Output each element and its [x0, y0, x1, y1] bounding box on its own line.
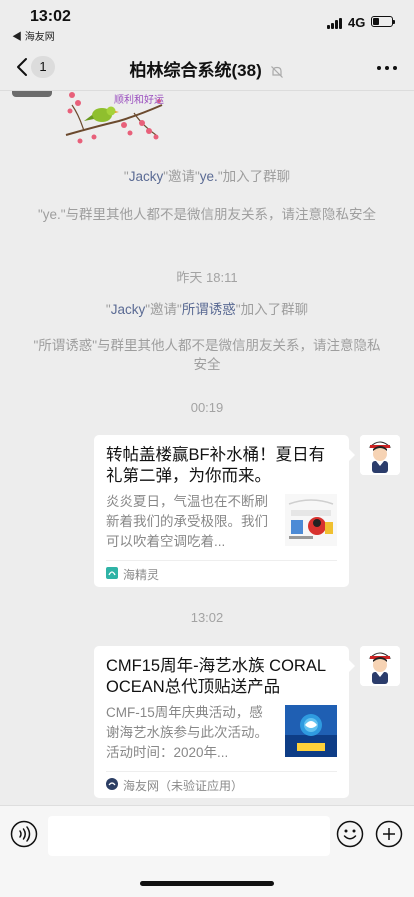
card-thumbnail [285, 705, 337, 757]
battery-icon [371, 16, 395, 27]
chat-title-text: 柏林综合系统(38) [129, 61, 262, 80]
status-time: 13:02 [30, 8, 71, 25]
system-notice-join: "Jacky"邀请"ye."加入了群聊 [123, 169, 291, 184]
back-to-app-link[interactable]: ◀ 海友网 [12, 28, 55, 43]
message-timestamp: 00:19 [190, 400, 224, 415]
card-source-name: 海友网（未验证应用） [123, 779, 244, 793]
nickname-link[interactable]: ye. [200, 169, 218, 184]
voice-icon[interactable] [10, 820, 38, 848]
nickname-link[interactable]: 所谓诱惑 [182, 302, 236, 317]
card-title: CMF15周年-海艺水族 CORAL OCEAN总代顶贴送产品 [106, 657, 326, 696]
chat-title: 柏林综合系统(38) [0, 56, 414, 81]
sailor-avatar-image [360, 646, 400, 686]
input-bar [0, 805, 414, 897]
avatar[interactable] [360, 435, 400, 475]
mute-bell-icon [271, 65, 284, 78]
plus-icon[interactable] [375, 820, 403, 848]
system-notice-privacy: "ye."与群里其他人都不是微信朋友关系，请注意隐私安全 [37, 207, 377, 222]
message-timestamp: 13:02 [190, 610, 224, 625]
card-description: 炎炎夏日，气温也在不断刷新着我们的承受极限。我们可以吹着空调吃着... [106, 494, 268, 549]
message-timestamp: 昨天 18:11 [176, 270, 238, 285]
sailor-avatar-image [360, 435, 400, 475]
app-source-icon [106, 567, 118, 579]
status-bar: 13:02 ◀ 海友网 4G [0, 0, 414, 44]
battery-fill [373, 18, 379, 25]
link-card-message[interactable]: 转帖盖楼赢BF补水桶！夏日有礼第二弹，为你而来。 炎炎夏日，气温也在不断刷新着我… [94, 435, 355, 587]
signal-icon [327, 18, 343, 29]
app-source-icon [106, 778, 118, 790]
more-dots-icon[interactable] [376, 58, 398, 76]
nickname-link[interactable]: Jacky [129, 169, 164, 184]
card-description: CMF-15周年庆典活动，感谢海艺水族参与此次活动。活动时间：2020年... [106, 705, 268, 760]
card-thumbnail [285, 494, 337, 546]
sticker-caption: 顺利和好运 [114, 95, 164, 106]
avatar[interactable] [12, 91, 52, 97]
network-type: 4G [348, 15, 366, 30]
system-notice-privacy: "所谓诱惑"与群里其他人都不是微信朋友关系，请注意隐私安全 [33, 338, 381, 372]
message-input[interactable] [48, 816, 330, 856]
emoji-icon[interactable] [336, 820, 364, 848]
chat-header: 1 柏林综合系统(38) [0, 44, 414, 91]
system-notice-join: "Jacky"邀请"所谓诱惑"加入了群聊 [105, 302, 309, 317]
card-title: 转帖盖楼赢BF补水桶！夏日有礼第二弹，为你而来。 [106, 446, 326, 485]
home-indicator[interactable] [140, 881, 274, 886]
nickname-link[interactable]: Jacky [111, 302, 146, 317]
message-list[interactable]: 顺利和好运 "Jacky"邀请"ye."加入了群聊 "ye."与群里其他人都不是… [0, 91, 414, 805]
card-source-name: 海精灵 [123, 568, 160, 582]
link-card-message[interactable]: CMF15周年-海艺水族 CORAL OCEAN总代顶贴送产品 CMF-15周年… [94, 646, 355, 798]
avatar[interactable] [360, 646, 400, 686]
